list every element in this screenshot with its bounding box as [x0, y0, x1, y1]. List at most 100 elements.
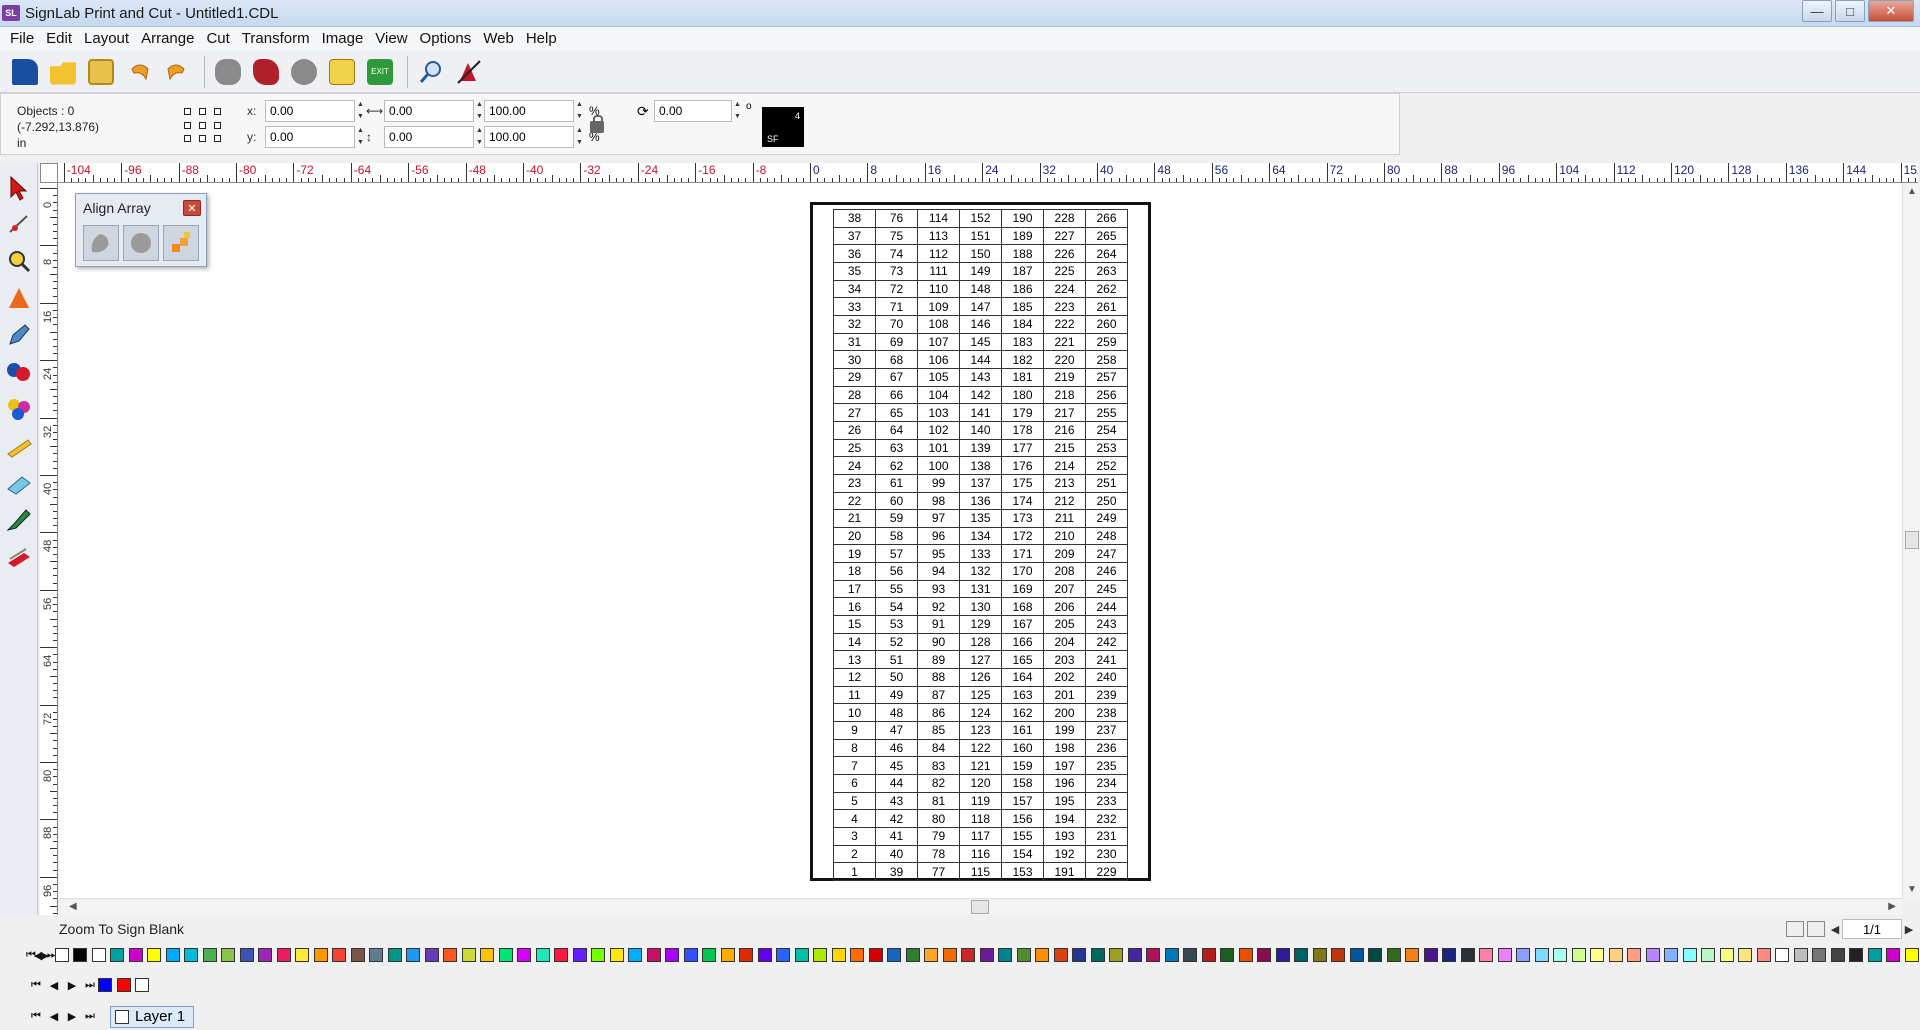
color-swatch[interactable]	[535, 948, 550, 962]
scale-y-spinner[interactable]: ▲ ▼	[576, 126, 586, 148]
color-swatch[interactable]	[1201, 948, 1216, 962]
color-swatch[interactable]	[1682, 948, 1697, 962]
color-swatch[interactable]	[572, 948, 587, 962]
node-edit-icon[interactable]	[4, 209, 34, 239]
color-swatch[interactable]	[1516, 948, 1531, 962]
color-swatch[interactable]	[1035, 948, 1050, 962]
anchor-point[interactable]	[214, 135, 221, 143]
color-swatch[interactable]	[979, 948, 994, 962]
vertical-scrollbar[interactable]: ▲ ▼	[1902, 183, 1920, 898]
scale-x-spinner[interactable]: ▲ ▼	[576, 100, 586, 122]
group-icon[interactable]	[211, 55, 245, 89]
open-folder-icon[interactable]	[46, 55, 80, 89]
scroll-down-icon[interactable]: ▼	[1907, 884, 1917, 895]
color-swatch[interactable]	[831, 948, 846, 962]
exit-icon[interactable]: EXIT	[363, 55, 397, 89]
color-swatch[interactable]	[905, 948, 920, 962]
color-swatch[interactable]	[1904, 948, 1919, 962]
color-swatch[interactable]	[461, 948, 476, 962]
palette-prev-icon[interactable]: ◀	[44, 979, 62, 992]
color-swatch[interactable]	[54, 948, 69, 962]
color-swatch[interactable]	[295, 948, 310, 962]
color-swatch[interactable]	[116, 978, 131, 992]
anchor-point-selector[interactable]	[184, 108, 226, 144]
palette-last-icon[interactable]: ⏭	[80, 979, 98, 992]
color-swatch[interactable]	[1645, 948, 1660, 962]
fill-tool-icon[interactable]	[4, 394, 34, 424]
x-input[interactable]	[265, 100, 355, 122]
color-swatch[interactable]	[1849, 948, 1864, 962]
color-swatch[interactable]	[1072, 948, 1087, 962]
cut-output-icon[interactable]	[452, 55, 486, 89]
color-swatch[interactable]	[702, 948, 717, 962]
menu-image[interactable]: Image	[316, 27, 370, 51]
horizontal-ruler[interactable]: -104 -96 -88 -80 -72 -64 -56 -48 -40 -32 -24 -16 -8 0…	[58, 163, 1918, 183]
color-swatch[interactable]	[850, 948, 865, 962]
color-swatch[interactable]	[73, 948, 88, 962]
vector-icon[interactable]	[249, 55, 283, 89]
color-swatch[interactable]	[221, 948, 236, 962]
menu-view[interactable]: View	[369, 27, 413, 51]
color-swatch[interactable]	[757, 948, 772, 962]
color-swatch[interactable]	[1497, 948, 1512, 962]
horizontal-scrollbar[interactable]: ◀ ▶	[59, 898, 1902, 915]
distribute-icon[interactable]	[163, 225, 199, 261]
color-swatch[interactable]	[424, 948, 439, 962]
weld-icon[interactable]	[287, 55, 321, 89]
layer-next-icon[interactable]: ▶	[62, 1010, 80, 1023]
color-swatch[interactable]	[1164, 948, 1179, 962]
color-swatch[interactable]	[1590, 948, 1605, 962]
color-swatch[interactable]	[276, 948, 291, 962]
color-swatch[interactable]	[1775, 948, 1790, 962]
color-swatch[interactable]	[591, 948, 606, 962]
color-swatch[interactable]	[239, 948, 254, 962]
color-swatch[interactable]	[1238, 948, 1253, 962]
color-swatch[interactable]	[1405, 948, 1420, 962]
fill-stroke-swatch[interactable]: 4 SF	[762, 107, 804, 147]
undo-icon[interactable]	[122, 55, 156, 89]
color-swatch[interactable]	[1719, 948, 1734, 962]
color-swatch[interactable]	[258, 948, 273, 962]
height-input[interactable]	[384, 126, 474, 148]
color-swatch[interactable]	[1460, 948, 1475, 962]
palette-next-icon[interactable]: ▶	[62, 979, 80, 992]
redo-icon[interactable]	[160, 55, 194, 89]
palette-last-icon[interactable]: ⏭	[47, 949, 57, 962]
y-input[interactable]	[265, 126, 355, 148]
scroll-right-icon[interactable]: ▶	[1888, 901, 1896, 912]
layout-folder-icon[interactable]	[325, 55, 359, 89]
color-swatch[interactable]	[1109, 948, 1124, 962]
select-arrow-icon[interactable]	[4, 173, 34, 203]
color-swatch[interactable]	[1257, 948, 1272, 962]
color-swatch[interactable]	[1553, 948, 1568, 962]
shapes-tool-icon[interactable]	[4, 357, 34, 387]
color-swatch[interactable]	[794, 948, 809, 962]
text-tool-icon[interactable]	[4, 283, 34, 313]
zoom-tool-icon[interactable]	[4, 246, 34, 276]
anchor-point[interactable]	[184, 121, 191, 129]
pencil-tool-icon[interactable]	[4, 431, 34, 461]
color-swatch[interactable]	[1701, 948, 1716, 962]
color-swatch[interactable]	[1368, 948, 1383, 962]
rotation-spinner[interactable]: ▲ ▼	[734, 100, 744, 122]
color-swatch[interactable]	[1423, 948, 1438, 962]
next-page-icon[interactable]: ▶	[1902, 923, 1916, 936]
color-swatch[interactable]	[517, 948, 532, 962]
color-swatch[interactable]	[369, 948, 384, 962]
color-swatch[interactable]	[1886, 948, 1901, 962]
anchor-point[interactable]	[199, 121, 206, 129]
color-swatch[interactable]	[609, 948, 624, 962]
color-swatch[interactable]	[998, 948, 1013, 962]
color-swatch[interactable]	[1146, 948, 1161, 962]
layer-tab[interactable]: Layer 1	[110, 1005, 195, 1028]
palette-first-icon[interactable]: ⏮	[26, 979, 44, 992]
color-swatch[interactable]	[646, 948, 661, 962]
color-swatch[interactable]	[720, 948, 735, 962]
color-swatch[interactable]	[1738, 948, 1753, 962]
scroll-up-icon[interactable]: ▲	[1907, 186, 1917, 197]
anchor-point[interactable]	[184, 135, 191, 143]
ruler-corner[interactable]	[40, 163, 58, 183]
color-swatch[interactable]	[554, 948, 569, 962]
color-swatch[interactable]	[1016, 948, 1031, 962]
color-swatch[interactable]	[1349, 948, 1364, 962]
